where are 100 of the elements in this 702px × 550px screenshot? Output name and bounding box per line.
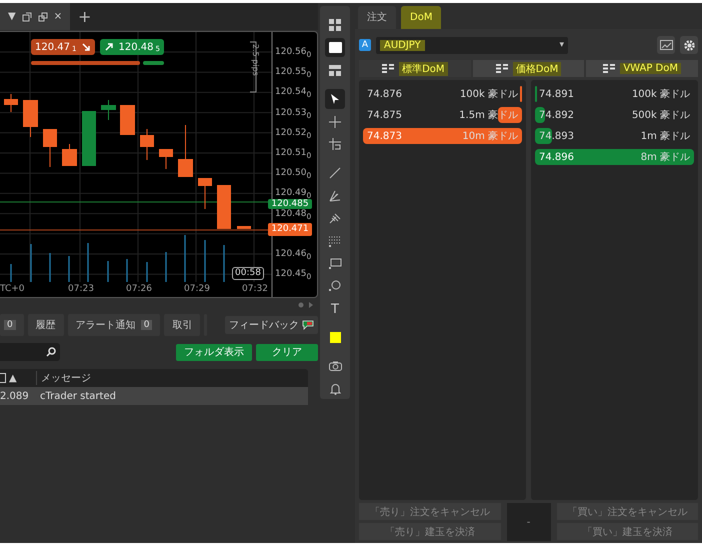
add-tab-button[interactable]: +	[78, 7, 92, 26]
tool-button[interactable]: T	[325, 299, 345, 319]
price-cell: 74.892	[539, 110, 574, 120]
price-cell: 74.876	[367, 88, 402, 100]
chart-button[interactable]	[657, 36, 675, 54]
bars-icon	[603, 64, 616, 73]
time-label: 07:29	[184, 284, 210, 294]
price-cell: 74.893	[539, 130, 574, 142]
tool-button[interactable]	[325, 38, 345, 58]
pitchfork-icon	[329, 212, 341, 224]
candle	[198, 178, 212, 210]
dom-type-tab[interactable]: VWAP DoM	[586, 60, 698, 77]
log-row[interactable]: 2.089 cTrader started	[0, 387, 308, 405]
table-cell-text: cTrader started	[39, 390, 116, 402]
price-cell: 74.873	[367, 130, 402, 142]
windows-icon[interactable]	[38, 12, 48, 22]
chart-tab[interactable]: ▼ ×	[0, 3, 70, 30]
log-button[interactable]: フォルダ表示	[176, 344, 252, 360]
window-icon	[328, 42, 342, 54]
candle	[101, 100, 116, 120]
buy-order-row[interactable]: 74.896 8m 豪ドル	[535, 149, 694, 165]
bell-icon	[330, 383, 340, 396]
circle-icon	[329, 280, 341, 292]
speech-bubble-icon	[302, 320, 314, 330]
panel-tab[interactable]: 注文	[358, 6, 396, 29]
volume-cell-text: 8m 豪ドル	[640, 150, 690, 164]
line-tool-icon	[329, 138, 341, 150]
dom-type-tab[interactable]: 価格DoM	[472, 60, 584, 77]
search-field[interactable]	[0, 343, 60, 361]
price-tag: 120.471	[268, 223, 312, 236]
dom-type-tab[interactable]: 標準DoM	[359, 60, 471, 77]
candle	[23, 100, 38, 138]
panel-tab[interactable]: 0	[0, 314, 24, 336]
volume-cell-text: 500k 豪ドル	[632, 108, 690, 122]
bars-icon	[382, 64, 394, 73]
candle	[217, 184, 231, 230]
arrow-up-icon	[104, 42, 113, 52]
scroll-arrow-icon[interactable]	[298, 300, 314, 308]
price-cell: 74.891	[539, 88, 574, 100]
count-badge: 0	[4, 320, 16, 330]
rectangle-icon	[328, 258, 342, 270]
buy-order-row[interactable]: 74.892 500k 豪ドル	[535, 107, 694, 123]
column-header[interactable]: メッセージ	[36, 371, 91, 385]
bars-icon	[496, 64, 508, 73]
detach-icon[interactable]	[22, 12, 32, 22]
settings-button[interactable]	[680, 36, 698, 54]
candle	[43, 128, 57, 168]
time-label: TC+0	[0, 284, 25, 294]
table-cell-text: 2.089	[0, 390, 30, 402]
price-label: 120.46$_{0}$	[275, 249, 312, 262]
close-icon[interactable]: ×	[54, 11, 62, 22]
price-label: 120.56$_{0}$	[275, 47, 312, 60]
price-label: 120.51$_{0}$	[275, 148, 312, 161]
panel-tab[interactable]: 取引	[164, 314, 200, 336]
spread-label: 2.5 pips	[251, 44, 260, 76]
panel-tab[interactable]: アラート通知 0	[68, 314, 160, 336]
volume-cell-text: 1.5m 豪ドル	[459, 108, 518, 122]
time-label: 07:32	[242, 284, 268, 294]
price-label: 120.54$_{0}$	[275, 87, 312, 100]
text-tool-label: T	[331, 302, 339, 317]
candle	[82, 110, 96, 166]
price-label: 120.55$_{0}$	[275, 67, 312, 80]
candle	[237, 226, 251, 230]
log-button[interactable]: クリア	[256, 344, 318, 360]
quantity-button[interactable]: -	[506, 503, 550, 541]
pointer-icon	[330, 92, 340, 105]
crosshair-icon	[329, 116, 341, 128]
price-cell: 74.896	[539, 152, 574, 162]
sell-order-row[interactable]: 74.875 1.5m 豪ドル	[363, 107, 522, 123]
volume-cell-text: 1m 豪ドル	[640, 130, 690, 143]
caret-icon[interactable]: ▼	[8, 11, 16, 22]
grid-icon	[329, 18, 341, 31]
volume-cell-text: 100k 豪ドル	[460, 88, 518, 101]
search-icon	[46, 347, 56, 357]
price-label: 120.50$_{0}$	[275, 168, 312, 181]
buy-order-row[interactable]: 74.891 100k 豪ドル	[535, 86, 694, 102]
tool-button[interactable]	[325, 89, 345, 109]
price-label: 120.45$_{0}$	[275, 269, 312, 282]
candle	[178, 124, 193, 178]
time-label: 07:26	[126, 284, 152, 294]
volume-cell-text: 10m 豪ドル	[462, 130, 518, 143]
panel-tab[interactable]: 履歴	[28, 314, 64, 336]
price-label: 120.53$_{0}$	[275, 108, 312, 120]
chart-icon	[660, 40, 672, 50]
time-label: 07:23	[68, 284, 94, 294]
column-menu-icon[interactable]	[0, 373, 6, 383]
countdown-label: 00:58	[232, 267, 264, 280]
price-label: 120.48$_{0}$	[275, 208, 312, 222]
camera-icon	[328, 361, 342, 372]
sort-icon[interactable]: ▲	[9, 372, 17, 384]
candle	[62, 144, 77, 166]
feedback-button[interactable]: フィードバック	[225, 316, 318, 334]
candle	[140, 128, 154, 160]
price-label: 120.52$_{0}$	[275, 128, 312, 141]
panel-tab[interactable]: DoM	[401, 6, 442, 29]
buy-order-row[interactable]: 74.893 1m 豪ドル	[535, 128, 694, 144]
symbol-dropdown[interactable]: AUDJPY ▾	[376, 36, 568, 54]
sell-order-row[interactable]: 74.876 100k 豪ドル	[363, 86, 522, 102]
account-badge: A	[359, 39, 371, 51]
price-tag: 120.485	[268, 198, 312, 208]
